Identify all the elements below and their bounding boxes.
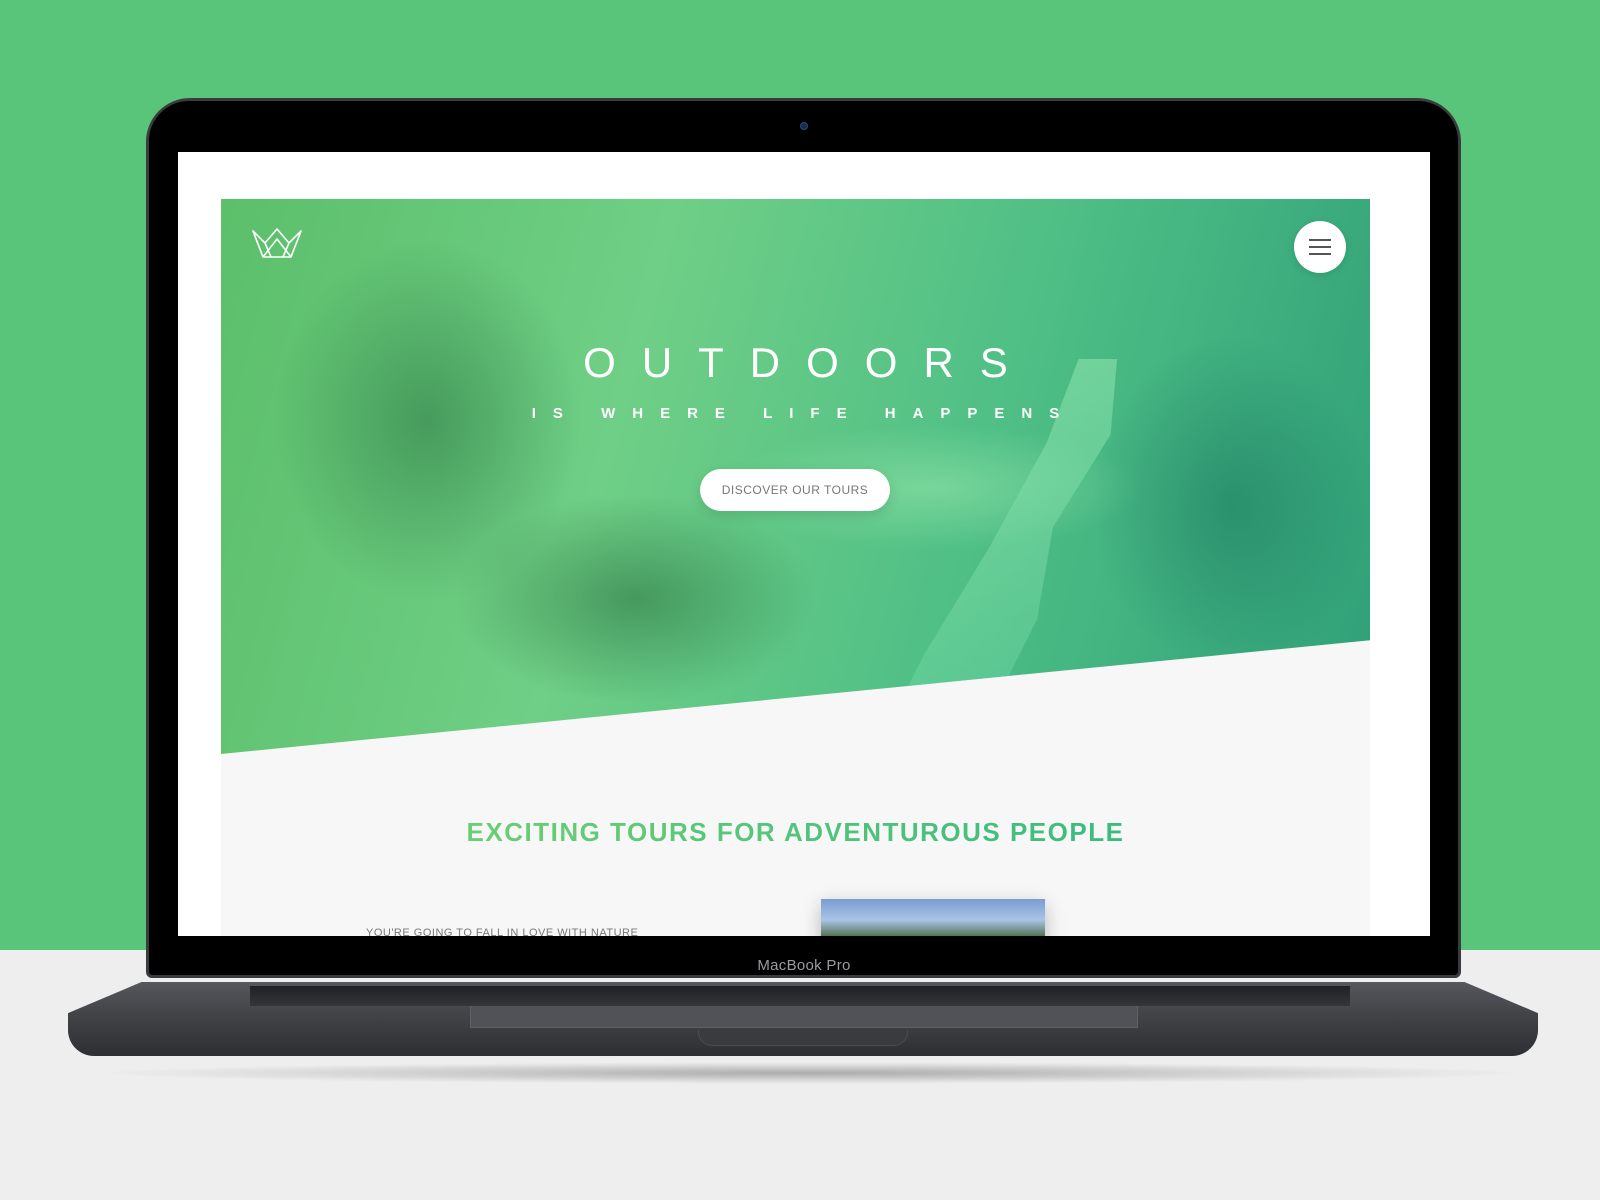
- crown-logo-icon[interactable]: [251, 227, 303, 259]
- keyboard: [250, 986, 1350, 1006]
- section-heading: EXCITING TOURS FOR ADVENTUROUS PEOPLE: [221, 817, 1370, 848]
- website: OUTDOORS IS WHERE LIFE HAPPENS DISCOVER …: [221, 199, 1370, 936]
- hero-subtitle: IS WHERE LIFE HAPPENS: [531, 405, 1077, 422]
- hero-title: OUTDOORS: [583, 339, 1034, 386]
- tour-photo-card[interactable]: [821, 899, 1045, 936]
- hero-river-decoration: [861, 359, 1117, 754]
- menu-button[interactable]: [1294, 221, 1346, 273]
- screen: OUTDOORS IS WHERE LIFE HAPPENS DISCOVER …: [178, 152, 1430, 936]
- discover-tours-button[interactable]: DISCOVER OUR TOURS: [700, 469, 890, 511]
- laptop-notch: [698, 1030, 908, 1046]
- hamburger-menu-icon: [1309, 239, 1331, 241]
- hamburger-menu-icon-bar: [1309, 253, 1331, 255]
- laptop-shadow: [90, 1062, 1530, 1084]
- trackpad: [470, 1006, 1138, 1028]
- device-label: MacBook Pro: [757, 957, 851, 974]
- hamburger-menu-icon-bar: [1309, 246, 1331, 248]
- camera-icon: [800, 122, 808, 130]
- section-subheading: YOU'RE GOING TO FALL IN LOVE WITH NATURE: [366, 927, 639, 936]
